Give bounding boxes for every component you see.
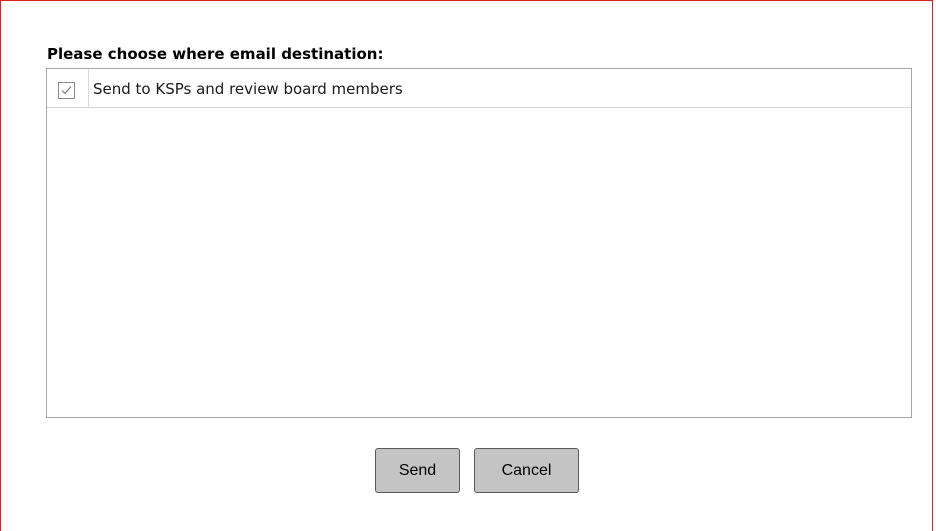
email-destination-dialog: Please choose where email destination: S…	[0, 0, 933, 531]
destination-checkbox[interactable]	[58, 82, 75, 99]
destination-list[interactable]: Send to KSPs and review board members	[46, 68, 912, 418]
send-button[interactable]: Send	[375, 448, 460, 493]
checkmark-icon	[61, 86, 72, 95]
checkbox-cell[interactable]	[47, 69, 89, 107]
list-item[interactable]: Send to KSPs and review board members	[47, 69, 911, 108]
destination-label: Send to KSPs and review board members	[93, 80, 403, 98]
cancel-button[interactable]: Cancel	[474, 448, 579, 493]
destination-prompt: Please choose where email destination:	[47, 45, 384, 63]
